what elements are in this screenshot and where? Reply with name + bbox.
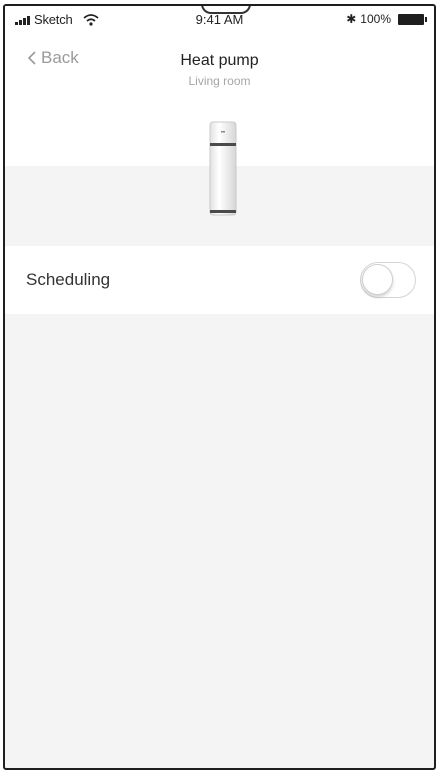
scheduling-label: Scheduling (26, 270, 111, 289)
battery-icon (398, 13, 427, 25)
bluetooth-icon: ✱ (346, 12, 357, 26)
phone-screen: Sketch 9:41 AM ✱ 100% Back Heat pump Liv… (3, 4, 436, 770)
scheduling-row: Scheduling (5, 246, 434, 314)
device-notch (201, 6, 251, 14)
device-hero (5, 116, 434, 242)
page-title: Heat pump (180, 52, 259, 69)
heat-pump-device-icon (209, 121, 237, 216)
navigation-bar: Back Heat pump Living room (5, 32, 434, 116)
page-subtitle: Living room (188, 74, 251, 88)
status-bar-right: ✱ 100% (346, 12, 427, 26)
battery-percentage: 100% (360, 12, 391, 26)
toggle-knob (362, 264, 393, 295)
scheduling-toggle[interactable] (360, 262, 416, 298)
